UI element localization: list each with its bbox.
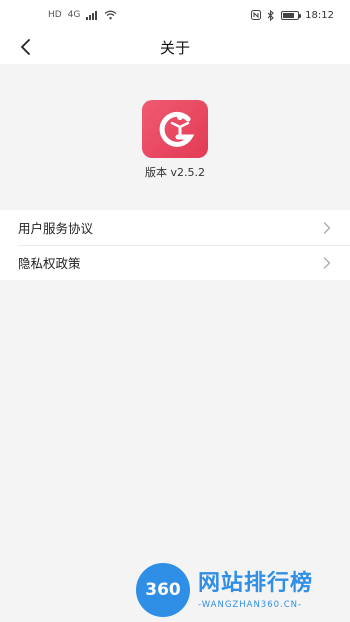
hd-badge: HD (48, 10, 62, 20)
nfc-icon (251, 10, 262, 20)
watermark-subtitle: -WANGZHAN360.CN- (198, 599, 303, 610)
bluetooth-icon (267, 9, 274, 21)
settings-menu: 用户服务协议 隐私权政策 (0, 210, 350, 280)
chevron-left-icon (21, 39, 30, 55)
signal-icon (86, 10, 98, 20)
watermark: 360 网站排行榜 -WANGZHAN360.CN- (136, 560, 348, 620)
app-logo-icon (142, 100, 208, 158)
version-label: 版本 v2.5.2 (145, 166, 205, 179)
nav-bar: 关于 (0, 30, 350, 64)
menu-item-label: 用户服务协议 (18, 221, 94, 236)
status-right: 18:12 (251, 9, 334, 21)
menu-item-label: 隐私权政策 (18, 256, 81, 271)
logo-mark-icon (159, 111, 195, 147)
watermark-text: 网站排行榜 -WANGZHAN360.CN- (198, 571, 313, 610)
privacy-policy-item[interactable]: 隐私权政策 (0, 245, 350, 280)
battery-fill (283, 12, 295, 18)
status-time: 18:12 (305, 9, 334, 21)
page-title: 关于 (159, 38, 190, 57)
battery-icon (281, 10, 302, 20)
status-left: HD 4G (48, 10, 117, 20)
back-button[interactable] (12, 33, 40, 61)
watermark-title: 网站排行榜 (198, 570, 314, 596)
watermark-logo: 360 (136, 563, 190, 617)
chevron-right-icon (322, 221, 332, 235)
status-bar: HD 4G 18:12 (0, 0, 350, 30)
network-badge: 4G (67, 10, 81, 20)
wifi-icon (104, 10, 117, 20)
chevron-right-icon (322, 256, 332, 270)
about-section: 版本 v2.5.2 (0, 64, 350, 208)
user-agreement-item[interactable]: 用户服务协议 (0, 210, 350, 245)
